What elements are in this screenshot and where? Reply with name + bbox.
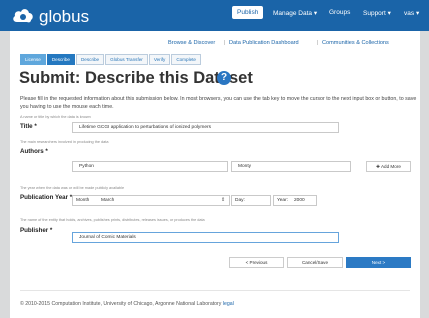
brand-name[interactable]: globus <box>39 7 89 27</box>
month-value: March <box>101 198 115 203</box>
chevron-down-icon: ▾ <box>415 10 420 17</box>
title-label: Title * <box>20 123 37 130</box>
intro-text: Please fill in the requested information… <box>20 96 417 110</box>
top-navigation-bar: globus Publish Manage Data ▾ Groups Supp… <box>0 0 429 31</box>
step-describe-current[interactable]: Describe <box>46 54 75 65</box>
title-input[interactable]: Lifetime GCGI application to perturbatio… <box>72 122 339 133</box>
nav-manage-data-label: Manage Data <box>273 10 313 17</box>
cancel-save-button[interactable]: Cancel/Save <box>287 257 343 268</box>
author-first-name-input[interactable]: Python <box>72 161 228 172</box>
subnav-browse-link[interactable]: Browse & Discover <box>168 40 215 46</box>
nav-support-label: Support <box>363 10 386 17</box>
add-author-label: Add More <box>380 164 401 169</box>
author-last-name-input[interactable]: Monty <box>231 161 351 172</box>
subnav-separator: | <box>317 40 319 46</box>
nav-support-menu[interactable]: Support ▾ <box>363 9 391 17</box>
help-icon[interactable]: ? <box>217 71 231 85</box>
nav-user-menu[interactable]: vas ▾ <box>404 9 419 17</box>
footer-copyright: © 2010-2015 Computation Institute, Unive… <box>20 301 222 307</box>
footer: © 2010-2015 Computation Institute, Unive… <box>20 301 234 307</box>
step-complete[interactable]: Complete <box>171 54 201 65</box>
month-select[interactable]: Month March ⇕ <box>72 195 230 206</box>
month-label: Month <box>76 198 90 203</box>
publication-year-label: Publication Year * <box>20 194 73 201</box>
step-license[interactable]: License <box>20 54 46 65</box>
day-input[interactable]: Day: <box>231 195 271 206</box>
workflow-steps: License Describe Describe Globus Transfe… <box>20 54 202 65</box>
authors-hint: The main researchers involved in produci… <box>20 140 109 144</box>
chevron-updown-icon: ⇕ <box>220 198 225 203</box>
year-value: 2000 <box>294 198 305 203</box>
year-hint: The year when the data was or will be ma… <box>20 186 125 190</box>
year-input[interactable]: Year: 2000 <box>273 195 317 206</box>
step-verify[interactable]: Verify <box>148 54 171 65</box>
subnav-dashboard-link[interactable]: Data Publication Dashboard <box>229 40 299 46</box>
step-globus-transfer[interactable]: Globus Transfer <box>105 54 148 65</box>
authors-label: Authors * <box>20 148 48 155</box>
publisher-hint: The name of the entity that holds, archi… <box>20 218 205 222</box>
footer-legal-link[interactable]: legal <box>223 301 234 307</box>
publisher-input[interactable]: Journal of Comic Materials <box>72 232 339 243</box>
nav-user-label: vas <box>404 10 415 17</box>
chevron-down-icon: ▾ <box>387 10 391 17</box>
plus-icon: ✚ <box>376 164 380 169</box>
publisher-label: Publisher * <box>20 227 53 234</box>
day-label: Day: <box>235 198 245 203</box>
nav-publish-button[interactable]: Publish <box>232 6 264 19</box>
globus-logo-icon[interactable] <box>12 6 34 26</box>
main-panel: Browse & Discover | Data Publication Das… <box>10 31 420 318</box>
title-hint: A name or title by which the data is kno… <box>20 115 91 119</box>
year-label: Year: <box>277 198 289 203</box>
previous-button[interactable]: < Previous <box>229 257 284 268</box>
step-describe[interactable]: Describe <box>75 54 105 65</box>
nav-groups-link[interactable]: Groups <box>329 9 350 16</box>
subnav-separator: | <box>224 40 226 46</box>
next-button[interactable]: Next > <box>346 257 411 268</box>
subnav-communities-link[interactable]: Communities & Collections <box>322 40 389 46</box>
add-author-button[interactable]: ✚ Add More <box>366 161 411 172</box>
footer-divider <box>20 290 410 291</box>
nav-manage-data-menu[interactable]: Manage Data ▾ <box>273 9 317 17</box>
chevron-down-icon: ▾ <box>313 10 318 17</box>
